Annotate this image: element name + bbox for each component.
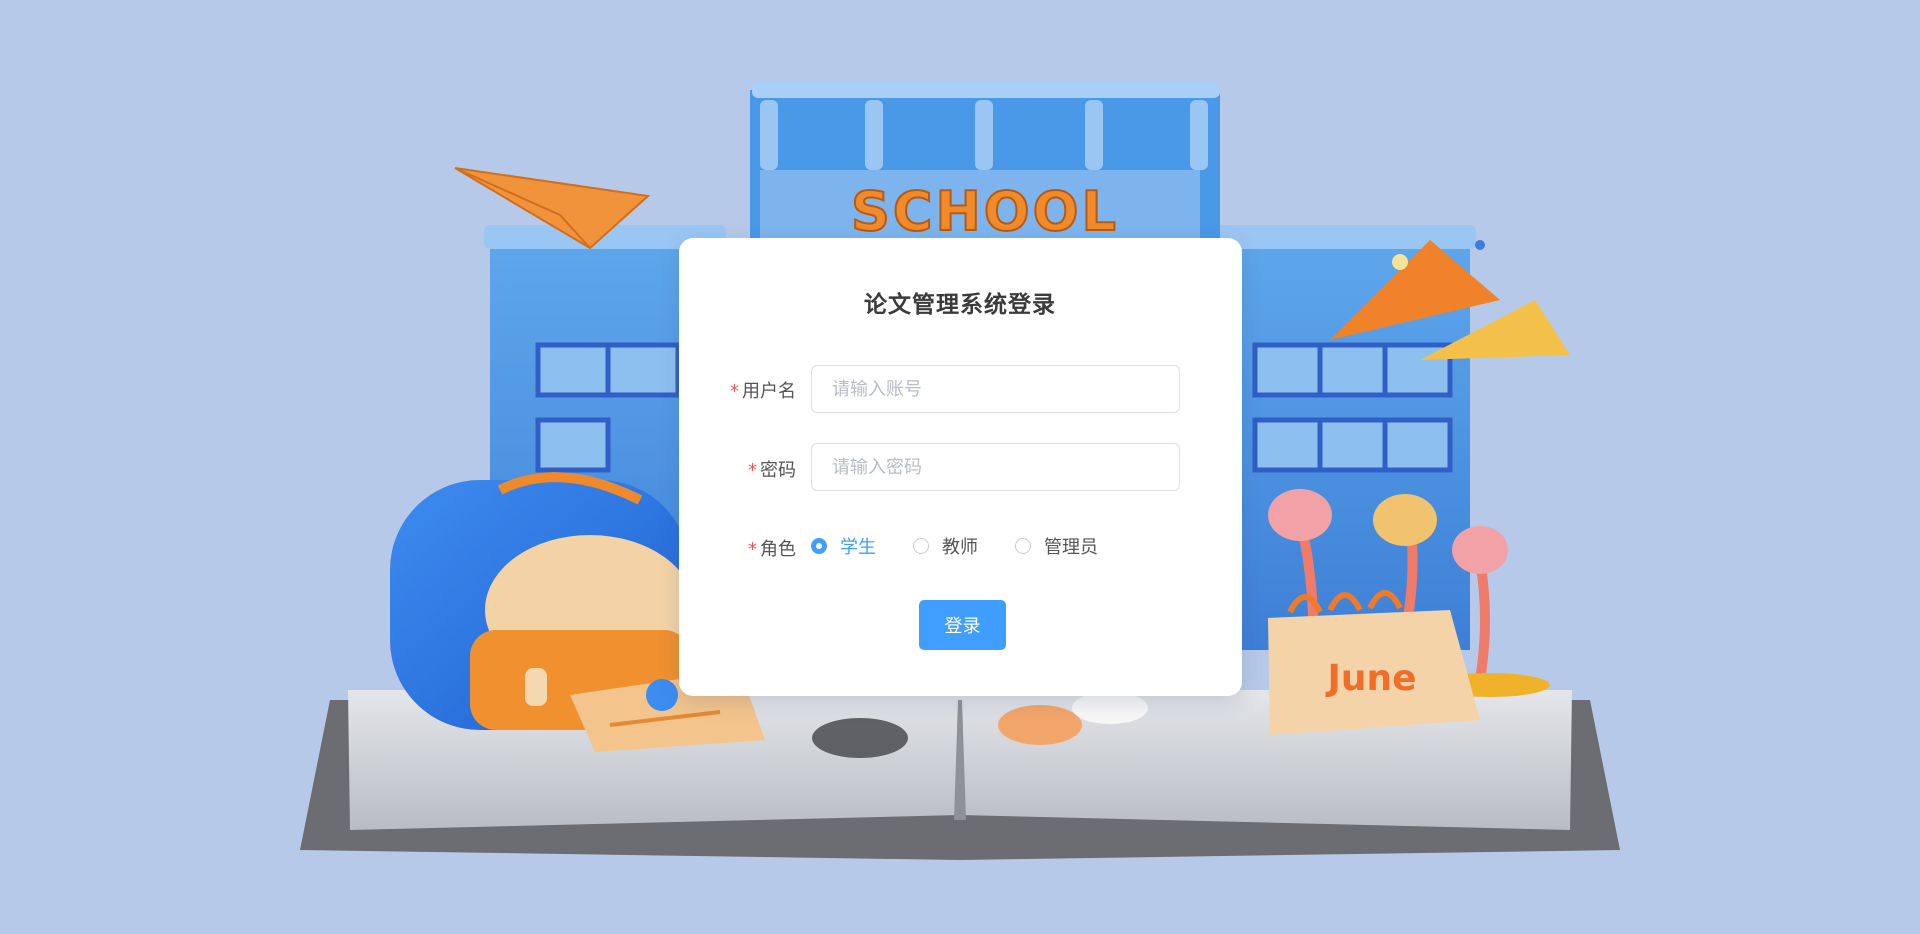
radio-unchecked-icon[interactable] <box>913 538 929 554</box>
login-button[interactable]: 登录 <box>919 600 1006 650</box>
role-radio-group: 学生 教师 管理员 <box>811 533 1098 559</box>
username-label-text: 用户名 <box>742 381 796 402</box>
role-label: * 角色 <box>748 535 796 561</box>
password-input[interactable] <box>812 444 1179 490</box>
username-label: * 用户名 <box>730 377 796 403</box>
school-sign-text: SCHOOL <box>851 180 1119 243</box>
role-option-label: 学生 <box>840 537 876 558</box>
password-label: * 密码 <box>748 456 796 482</box>
role-label-text: 角色 <box>760 539 796 560</box>
required-mark: * <box>748 539 757 560</box>
password-field-wrapper <box>811 443 1180 491</box>
calendar-text: June <box>1324 658 1416 699</box>
role-option-label: 教师 <box>942 537 978 558</box>
role-option-label: 管理员 <box>1044 537 1098 558</box>
role-option-student[interactable]: 学生 <box>811 533 876 559</box>
role-option-admin[interactable]: 管理员 <box>1015 533 1098 559</box>
required-mark: * <box>748 460 757 481</box>
radio-unchecked-icon[interactable] <box>1015 538 1031 554</box>
username-field-wrapper <box>811 365 1180 413</box>
required-mark: * <box>730 381 739 402</box>
role-option-teacher[interactable]: 教师 <box>913 533 978 559</box>
username-input[interactable] <box>812 366 1179 412</box>
password-label-text: 密码 <box>760 460 796 481</box>
radio-checked-icon[interactable] <box>811 538 827 554</box>
page-title: 论文管理系统登录 <box>864 292 1056 318</box>
